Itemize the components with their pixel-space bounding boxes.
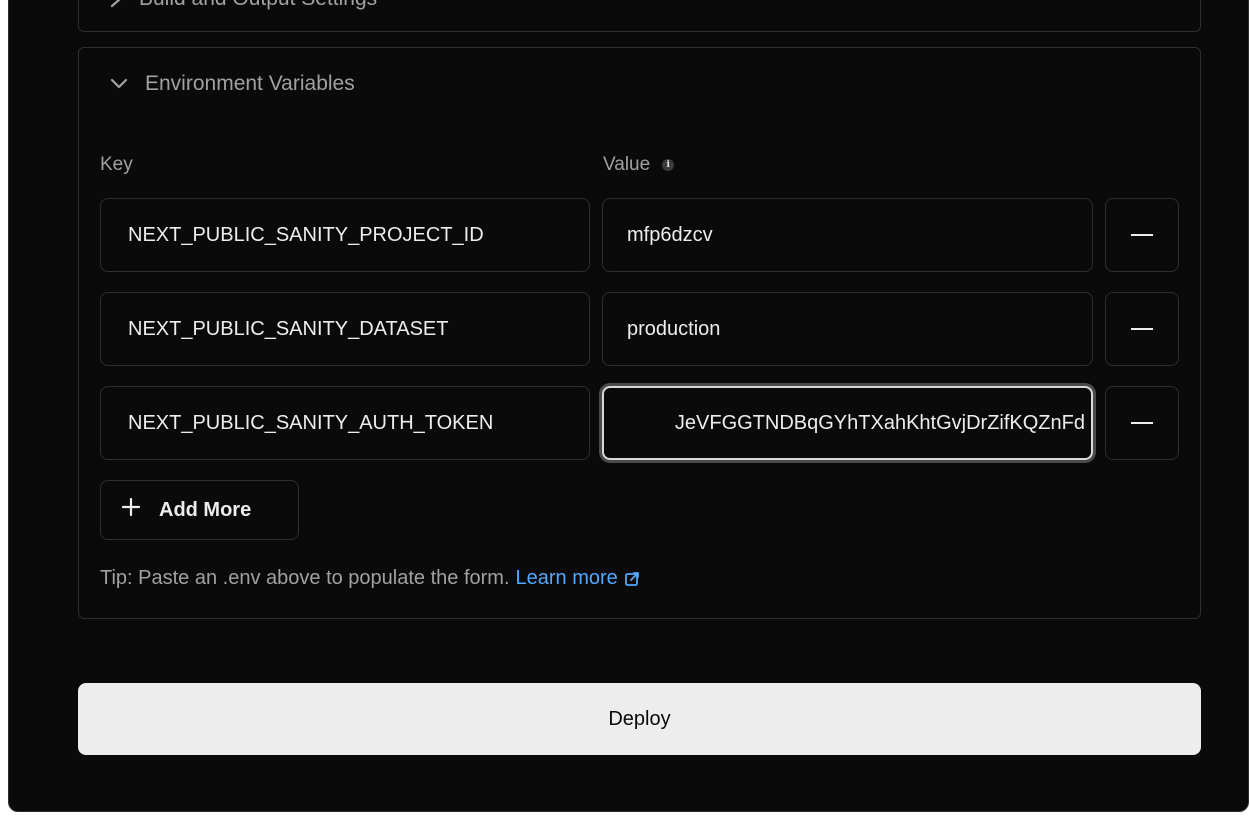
- env-key-input[interactable]: NEXT_PUBLIC_SANITY_AUTH_TOKEN: [100, 386, 590, 460]
- minus-icon: [1131, 234, 1153, 236]
- value-column-label: Value i: [603, 154, 675, 176]
- minus-icon: [1131, 328, 1153, 330]
- add-more-button[interactable]: Add More: [100, 480, 299, 540]
- build-settings-section[interactable]: Build and Output Settings: [78, 0, 1201, 32]
- env-value-input[interactable]: mfp6dzcv: [602, 198, 1093, 272]
- env-value-input-focused[interactable]: JeVFGGTNDBqGYhTXahKhtGvjDrZifKQZnFd: [602, 386, 1093, 460]
- chevron-right-icon: [109, 0, 123, 9]
- deploy-button[interactable]: Deploy: [78, 683, 1201, 755]
- value-label-text: Value: [603, 154, 651, 175]
- env-value-input[interactable]: production: [602, 292, 1093, 366]
- env-vars-title: Environment Variables: [145, 72, 355, 95]
- env-vars-header[interactable]: Environment Variables: [109, 72, 355, 96]
- learn-more-link[interactable]: Learn more: [516, 567, 618, 590]
- env-key-input[interactable]: NEXT_PUBLIC_SANITY_PROJECT_ID: [100, 198, 590, 272]
- minus-icon: [1131, 422, 1153, 424]
- deploy-panel: Build and Output Settings Environment Va…: [8, 0, 1249, 812]
- env-key-input[interactable]: NEXT_PUBLIC_SANITY_DATASET: [100, 292, 590, 366]
- env-vars-section: Environment Variables Key Value i NEXT_P…: [78, 47, 1201, 619]
- external-link-icon[interactable]: [624, 571, 640, 587]
- build-settings-header[interactable]: Build and Output Settings: [109, 0, 377, 11]
- tip-text: Tip: Paste an .env above to populate the…: [100, 567, 640, 590]
- tip-message: Tip: Paste an .env above to populate the…: [100, 567, 510, 589]
- remove-row-button[interactable]: [1105, 292, 1179, 366]
- info-icon[interactable]: i: [662, 159, 675, 171]
- page-background: [0, 812, 1250, 828]
- remove-row-button[interactable]: [1105, 386, 1179, 460]
- add-more-label: Add More: [159, 498, 252, 521]
- plus-icon: [121, 497, 141, 523]
- key-column-label: Key: [100, 154, 133, 175]
- remove-row-button[interactable]: [1105, 198, 1179, 272]
- chevron-down-icon: [109, 77, 129, 91]
- build-settings-title: Build and Output Settings: [139, 0, 377, 11]
